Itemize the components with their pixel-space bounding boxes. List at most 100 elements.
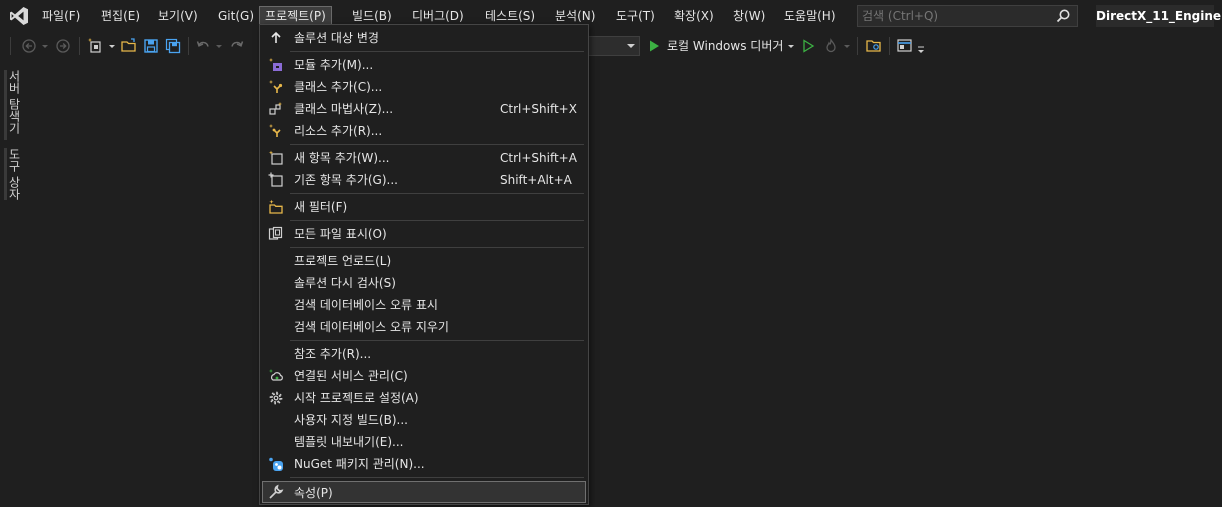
menu-item-show-all-files[interactable]: 모든 파일 표시(O) xyxy=(262,223,586,245)
menu-separator xyxy=(290,477,584,478)
toolbox-tab[interactable]: 도구 상자 xyxy=(4,148,24,200)
back-dropdown[interactable] xyxy=(40,37,50,55)
nuget-icon xyxy=(269,457,283,471)
debugger-dropdown[interactable] xyxy=(786,37,796,55)
menu-item-export-template[interactable]: 템플릿 내보내기(E)... xyxy=(262,431,586,453)
menu-item-connected-services[interactable]: 연결된 서비스 관리(C) xyxy=(262,365,586,387)
chevron-down-icon xyxy=(42,45,48,48)
menu-extensions[interactable]: 확장(X) xyxy=(669,6,719,26)
class-wizard-icon xyxy=(269,102,283,115)
menu-item-label: 속성(P) xyxy=(294,486,333,500)
menu-separator xyxy=(290,340,584,341)
menu-item-label: 새 항목 추가(W)... xyxy=(294,151,390,165)
menu-item-clear-db-errors[interactable]: 검색 데이터베이스 오류 지우기 xyxy=(262,316,586,338)
menu-test[interactable]: 테스트(S) xyxy=(480,6,540,26)
menu-build[interactable]: 빌드(B) xyxy=(347,6,397,26)
search-box[interactable] xyxy=(857,5,1078,27)
menu-item-class-wizard[interactable]: 클래스 마법사(Z)... Ctrl+Shift+X xyxy=(262,98,586,120)
menu-file[interactable]: 파일(F) xyxy=(37,6,85,26)
menu-item-add-new-item[interactable]: 새 항목 추가(W)... Ctrl+Shift+A xyxy=(262,147,586,169)
menu-debug[interactable]: 디버그(D) xyxy=(407,6,469,26)
back-arrow-icon xyxy=(22,39,36,53)
menu-item-add-class[interactable]: 클래스 추가(C)... xyxy=(262,76,586,98)
toolbar-separator xyxy=(889,37,890,55)
menu-item-add-reference[interactable]: 참조 추가(R)... xyxy=(262,343,586,365)
toolbar-grip[interactable] xyxy=(10,37,11,55)
menu-item-show-db-errors[interactable]: 검색 데이터베이스 오류 표시 xyxy=(262,294,586,316)
menu-item-add-resource[interactable]: 리소스 추가(R)... xyxy=(262,120,586,142)
menu-item-properties[interactable]: 속성(P) xyxy=(262,481,586,503)
menu-item-custom-build[interactable]: 사용자 지정 빌드(B)... xyxy=(262,409,586,431)
menu-item-label: 솔루션 대상 변경 xyxy=(294,31,379,45)
save-button[interactable] xyxy=(141,37,161,55)
search-input[interactable] xyxy=(862,7,1052,25)
menu-item-label: 시작 프로젝트로 설정(A) xyxy=(294,391,419,405)
redo-button[interactable] xyxy=(228,37,246,55)
menu-item-add-module[interactable]: 모듈 추가(M)... xyxy=(262,54,586,76)
server-explorer-tab[interactable]: 서버 탐색기 xyxy=(4,70,24,140)
menu-separator xyxy=(290,51,584,52)
play-icon xyxy=(650,40,659,52)
start-without-debug-button[interactable] xyxy=(800,37,816,55)
arrow-up-icon xyxy=(271,31,281,43)
new-project-button[interactable] xyxy=(86,37,106,55)
menu-item-label: 사용자 지정 빌드(B)... xyxy=(294,413,408,427)
standard-toolbar: 로컬 Windows 디버거 xyxy=(0,32,1222,60)
menu-git[interactable]: Git(G) xyxy=(213,6,259,26)
solution-explorer-button[interactable] xyxy=(864,37,884,55)
menu-separator xyxy=(290,247,584,248)
play-outline-icon xyxy=(803,39,815,53)
chevron-down-icon xyxy=(788,45,794,48)
start-debug-button[interactable] xyxy=(646,37,662,55)
menu-separator xyxy=(290,144,584,145)
toolbar-separator xyxy=(188,37,189,55)
menu-edit[interactable]: 편집(E) xyxy=(96,6,145,26)
new-filter-icon xyxy=(269,199,283,214)
save-all-icon xyxy=(165,38,181,54)
menu-window[interactable]: 창(W) xyxy=(728,6,770,26)
menu-item-add-existing-item[interactable]: 기존 항목 추가(G)... Shift+Alt+A xyxy=(262,169,586,191)
menu-item-label: 참조 추가(R)... xyxy=(294,347,372,361)
flame-icon xyxy=(826,38,836,53)
save-all-button[interactable] xyxy=(163,37,183,55)
menu-view[interactable]: 보기(V) xyxy=(153,6,203,26)
menu-item-label: 새 필터(F) xyxy=(294,200,348,214)
menu-tools[interactable]: 도구(T) xyxy=(611,6,660,26)
add-resource-icon xyxy=(268,124,281,137)
toolbar-separator xyxy=(857,37,858,55)
menu-item-manage-nuget[interactable]: NuGet 패키지 관리(N)... xyxy=(262,453,586,475)
debugger-label[interactable]: 로컬 Windows 디버거 xyxy=(667,36,783,56)
undo-button[interactable] xyxy=(194,37,212,55)
menu-item-retarget-solution[interactable]: 솔루션 대상 변경 xyxy=(262,27,586,49)
title-menu-bar: 파일(F) 편집(E) 보기(V) Git(G) 프로젝트(P) 빌드(B) 디… xyxy=(0,0,1222,32)
menu-item-label: 프로젝트 언로드(L) xyxy=(294,254,392,268)
menu-analyze[interactable]: 분석(N) xyxy=(550,6,600,26)
existing-item-icon xyxy=(268,172,283,187)
hot-reload-dropdown[interactable] xyxy=(842,37,852,55)
back-button[interactable] xyxy=(20,37,38,55)
menu-item-new-filter[interactable]: 새 필터(F) xyxy=(262,196,586,218)
visual-studio-logo-icon[interactable] xyxy=(8,5,30,27)
gear-icon xyxy=(269,391,283,405)
open-file-button[interactable] xyxy=(119,37,139,55)
menu-item-label: 리소스 추가(R)... xyxy=(294,124,383,138)
undo-dropdown[interactable] xyxy=(214,37,224,55)
new-project-dropdown[interactable] xyxy=(107,37,117,55)
menu-item-label: 솔루션 다시 검사(S) xyxy=(294,276,396,290)
window-layout-button[interactable] xyxy=(895,37,915,55)
menu-item-set-startup-project[interactable]: 시작 프로젝트로 설정(A) xyxy=(262,387,586,409)
overflow-chevron-icon xyxy=(918,46,924,53)
hot-reload-button[interactable] xyxy=(822,37,840,55)
search-icon[interactable] xyxy=(1055,8,1071,24)
forward-button[interactable] xyxy=(54,37,72,55)
menu-project[interactable]: 프로젝트(P) xyxy=(259,6,332,26)
chevron-down-icon xyxy=(844,45,850,48)
menu-item-unload-project[interactable]: 프로젝트 언로드(L) xyxy=(262,250,586,272)
menu-item-rescan-solution[interactable]: 솔루션 다시 검사(S) xyxy=(262,272,586,294)
toolbar-overflow-button[interactable] xyxy=(916,41,926,59)
undo-icon xyxy=(196,41,209,47)
window-layout-icon xyxy=(897,39,912,52)
platform-combo[interactable] xyxy=(588,36,640,56)
solution-name-badge[interactable]: DirectX_11_Engine xyxy=(1096,5,1221,27)
menu-help[interactable]: 도움말(H) xyxy=(779,6,841,26)
